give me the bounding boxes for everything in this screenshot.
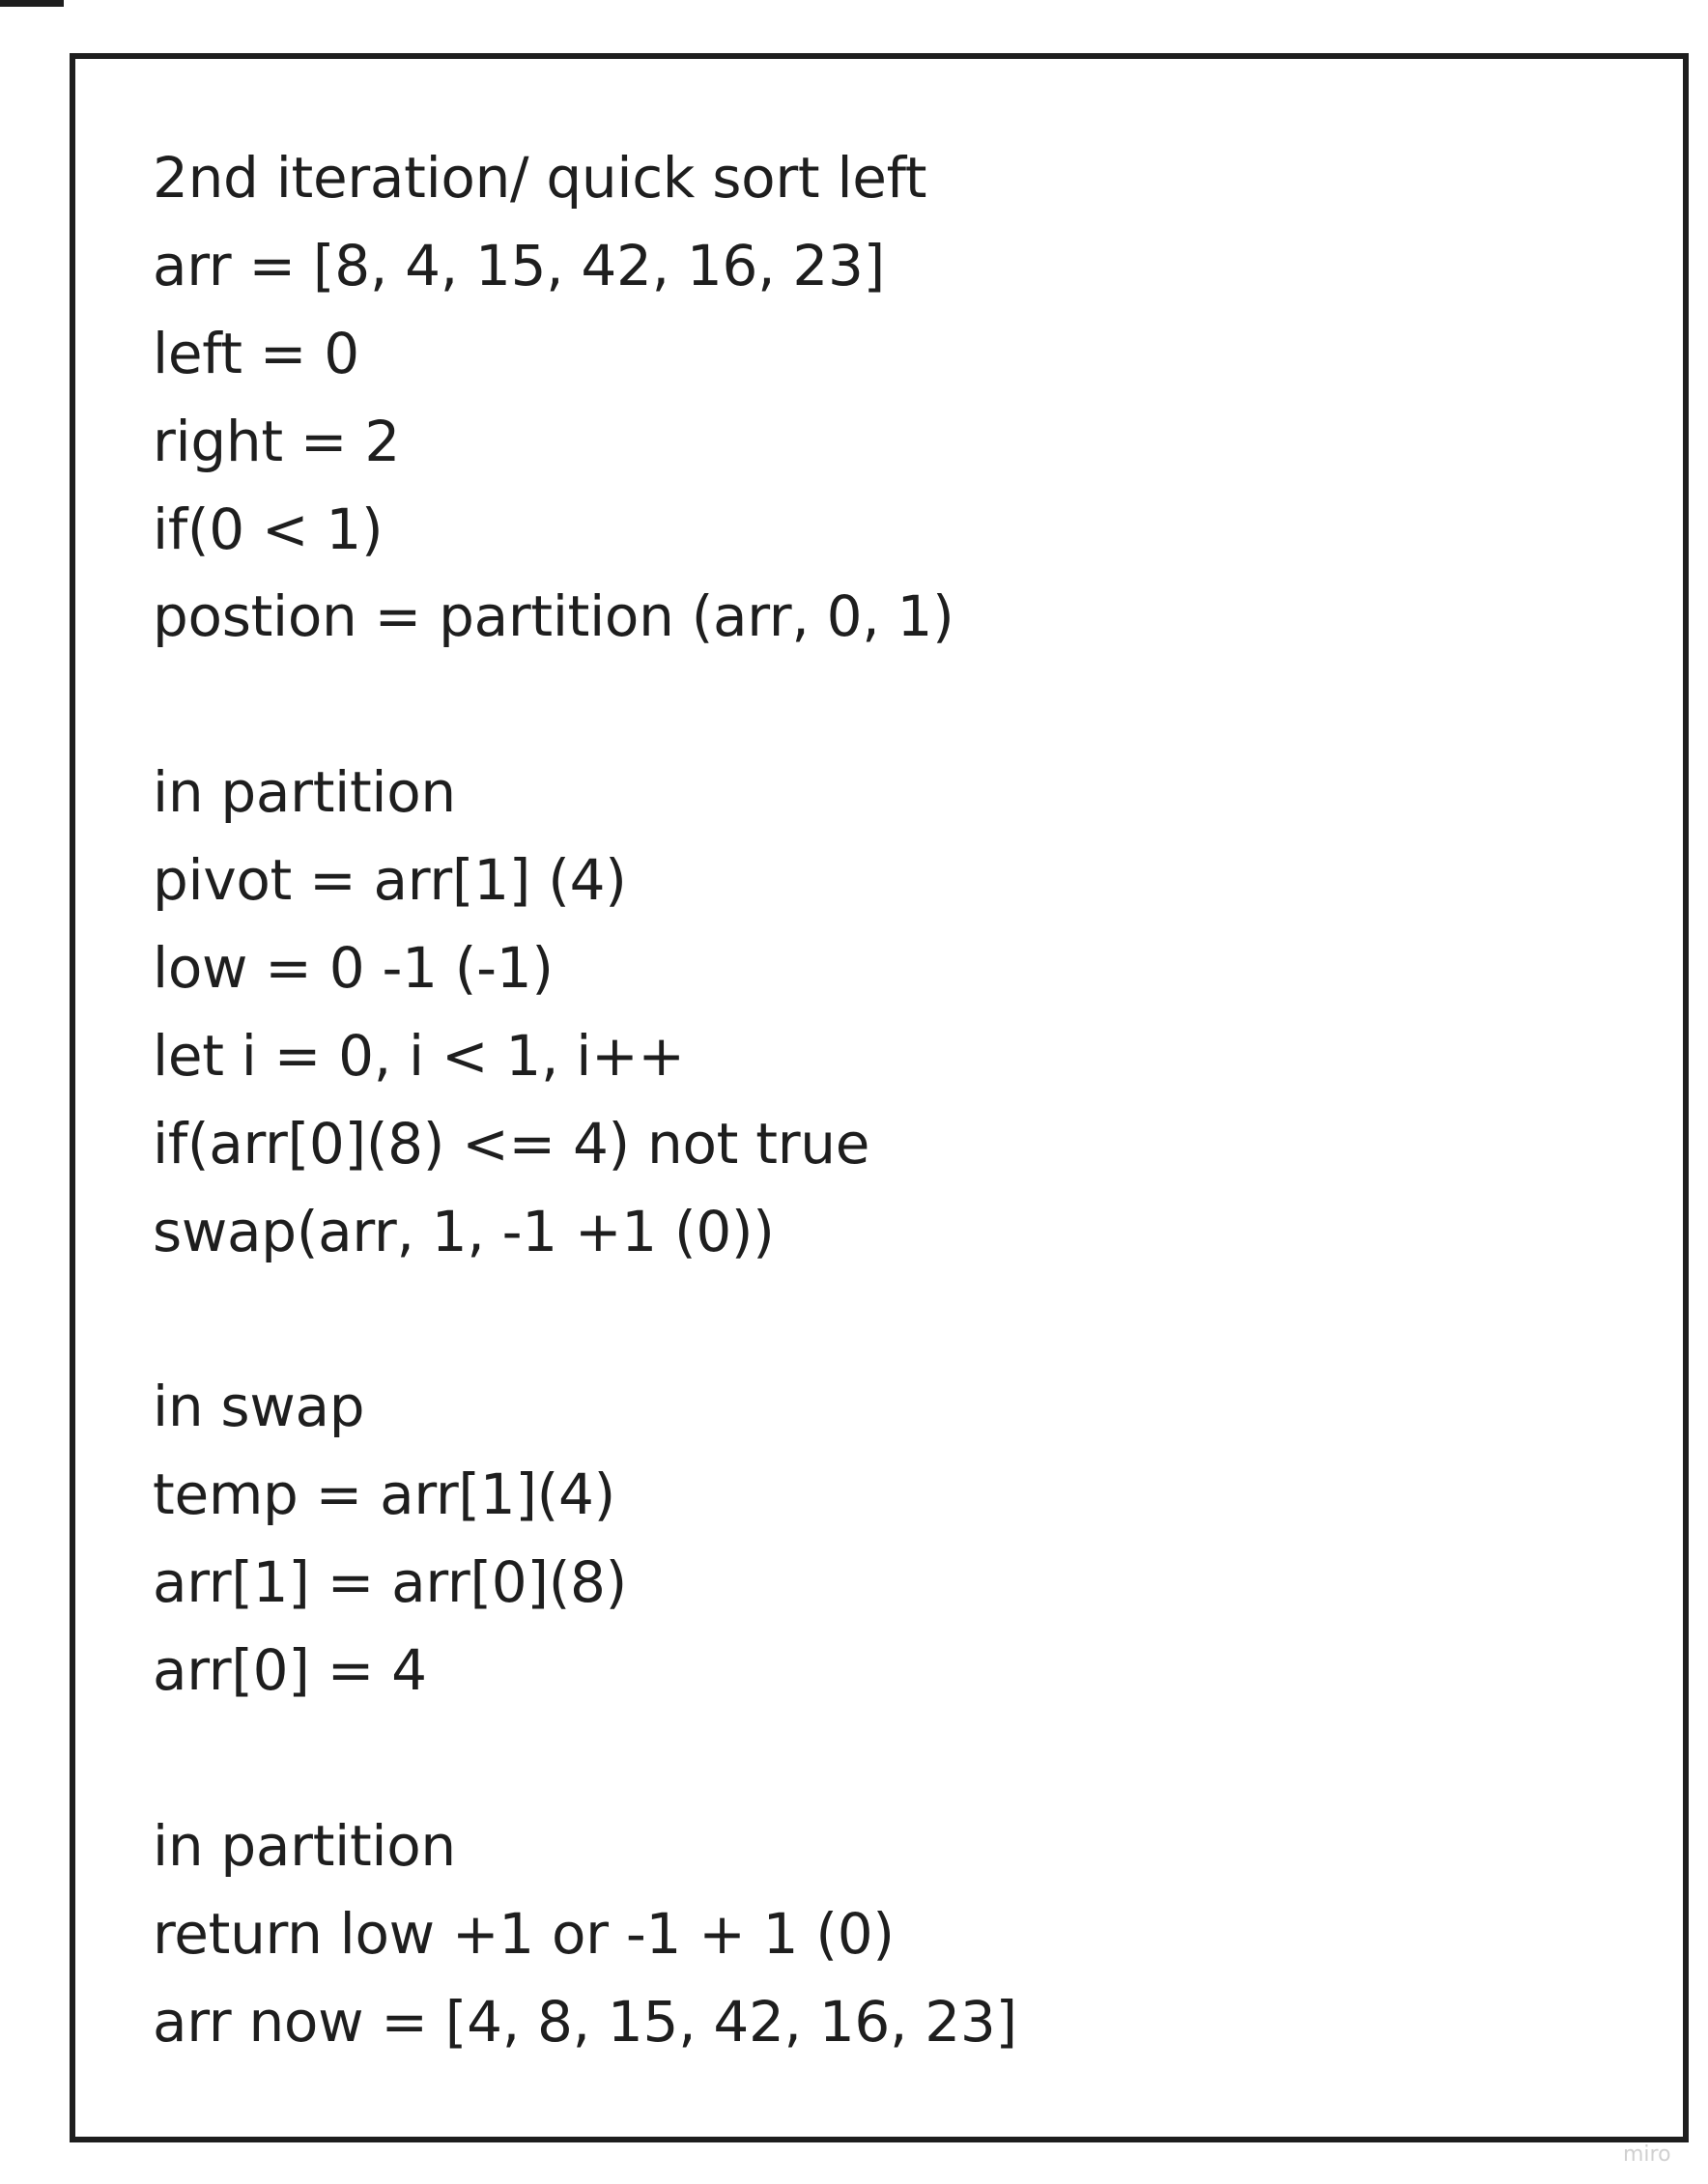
note-line-heading: 2nd iteration/ quick sort left: [153, 145, 927, 211]
note-line: arr now = [4, 8, 15, 42, 16, 23]: [153, 1988, 1017, 2055]
note-line: in swap: [153, 1374, 365, 1440]
note-frame: 2nd iteration/ quick sort left arr = [8,…: [70, 53, 1689, 2142]
note-line: right = 2: [153, 408, 400, 474]
note-blank-line: [153, 661, 1017, 749]
note-line: low = 0 -1 (-1): [153, 935, 554, 1002]
note-line: if(arr[0](8) <= 4) not true: [153, 1110, 870, 1177]
note-line: swap(arr, 1, -1 +1 (0)): [153, 1198, 775, 1264]
note-line: arr[0] = 4: [153, 1637, 427, 1704]
note-line: return low +1 or -1 + 1 (0): [153, 1900, 895, 1967]
note-line: pivot = arr[1] (4): [153, 847, 627, 914]
miro-watermark: miro: [1623, 2142, 1671, 2167]
note-line: left = 0: [153, 320, 359, 386]
note-blank-line: [153, 1276, 1017, 1364]
note-line: arr[1] = arr[0](8): [153, 1549, 627, 1616]
note-line: in partition: [153, 1812, 456, 1879]
corner-mark: [0, 0, 64, 7]
note-line: in partition: [153, 759, 456, 826]
note-line: let i = 0, i < 1, i++: [153, 1022, 685, 1089]
note-line: temp = arr[1](4): [153, 1461, 615, 1528]
note-blank-line: [153, 1715, 1017, 1802]
note-line: arr = [8, 4, 15, 42, 16, 23]: [153, 232, 885, 298]
note-lines: 2nd iteration/ quick sort left arr = [8,…: [153, 134, 1017, 2066]
note-line: if(0 < 1): [153, 496, 384, 562]
note-line: postion = partition (arr, 0, 1): [153, 583, 954, 650]
